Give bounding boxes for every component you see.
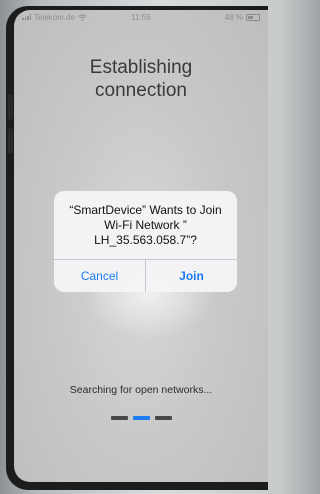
volume-down-button xyxy=(8,128,13,154)
progress-dot-1 xyxy=(110,416,128,420)
wifi-icon xyxy=(78,14,87,21)
status-bar: Telekom.de 11:56 48 % xyxy=(14,10,268,24)
alert-actions: Cancel Join xyxy=(54,259,237,292)
progress-indicator xyxy=(14,416,268,420)
cancel-button[interactable]: Cancel xyxy=(54,260,145,292)
alert-message: “SmartDevice” Wants to Join Wi-Fi Networ… xyxy=(69,203,222,247)
page-title: Establishing connection xyxy=(89,57,193,101)
status-message: Searching for open networks... xyxy=(69,384,213,396)
battery-icon xyxy=(246,13,260,21)
join-network-alert: “SmartDevice” Wants to Join Wi-Fi Networ… xyxy=(54,191,237,292)
signal-icon xyxy=(22,14,31,20)
join-button[interactable]: Join xyxy=(145,260,237,292)
progress-dot-2 xyxy=(132,416,150,420)
status-time: 11:56 xyxy=(131,12,151,22)
carrier-name: Telekom.de xyxy=(34,12,75,22)
volume-up-button xyxy=(8,94,13,120)
progress-dot-3 xyxy=(154,416,172,420)
phone-screen: Telekom.de 11:56 48 % Establishing conne… xyxy=(14,10,268,482)
battery-percent: 48 % xyxy=(224,12,243,22)
